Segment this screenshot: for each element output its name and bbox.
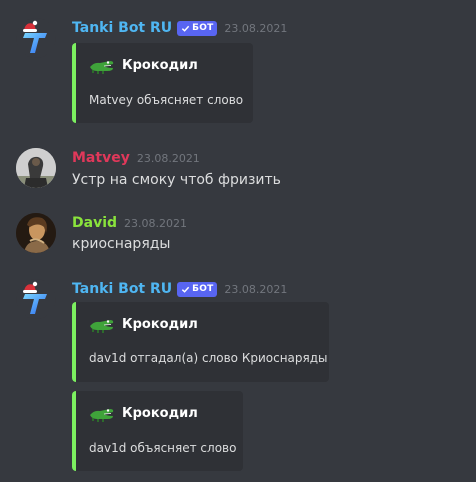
author-name[interactable]: Matvey <box>72 150 130 166</box>
message-header: Tanki Bot RU БОТ 23.08.2021 <box>72 279 287 299</box>
embed-author: Крокодил <box>89 315 198 333</box>
author-name[interactable]: Tanki Bot RU <box>72 281 172 297</box>
checkmark-icon <box>182 25 190 32</box>
embed-description: Matvey объясняет слово <box>89 93 244 107</box>
embed-title: Крокодил <box>122 316 198 332</box>
user-avatar[interactable] <box>16 148 56 188</box>
author-name[interactable]: Tanki Bot RU <box>72 20 172 36</box>
embed: Крокодил Matvey объясняет слово <box>72 43 253 123</box>
bot-tag-label: БОТ <box>192 284 214 294</box>
bot-tag: БОТ <box>177 20 218 36</box>
message-text: Устр на смоку чтоб фризить <box>72 172 281 188</box>
tanki-logo-icon <box>23 281 47 314</box>
embed-title: Крокодил <box>122 405 198 421</box>
crocodile-icon <box>90 320 114 333</box>
author-name[interactable]: David <box>72 215 117 231</box>
checkmark-icon <box>182 286 190 293</box>
timestamp: 23.08.2021 <box>224 21 288 35</box>
crocodile-icon <box>90 61 114 74</box>
bot-avatar[interactable] <box>16 279 56 319</box>
embed: Крокодил dav1d объясняет слово <box>72 391 243 471</box>
bot-avatar[interactable] <box>16 18 56 58</box>
message-header: Matvey 23.08.2021 <box>72 148 200 168</box>
message-header: David 23.08.2021 <box>72 213 187 233</box>
timestamp: 23.08.2021 <box>224 282 288 296</box>
chat-messages: Tanki Bot RU БОТ 23.08.2021 Крокодил Mat… <box>0 0 476 482</box>
embed-title: Крокодил <box>122 57 198 73</box>
embed-author: Крокодил <box>89 404 198 422</box>
timestamp: 23.08.2021 <box>124 216 187 230</box>
timestamp: 23.08.2021 <box>136 151 200 165</box>
embed: Крокодил dav1d отгадал(а) слово Криоснар… <box>72 302 329 382</box>
embed-description: dav1d отгадал(а) слово Криоснаряды <box>89 351 328 365</box>
message-header: Tanki Bot RU БОТ 23.08.2021 <box>72 18 287 38</box>
matvey-avatar-icon <box>16 148 56 188</box>
tanki-logo-icon <box>23 20 47 53</box>
embed-author: Крокодил <box>89 56 198 74</box>
embed-description: dav1d объясняет слово <box>89 441 237 455</box>
crocodile-icon <box>90 409 114 422</box>
bot-tag: БОТ <box>177 281 218 297</box>
bot-tag-label: БОТ <box>192 23 214 33</box>
user-avatar[interactable] <box>16 213 56 253</box>
message-text: криоснаряды <box>72 236 171 252</box>
david-avatar-icon <box>16 213 56 253</box>
